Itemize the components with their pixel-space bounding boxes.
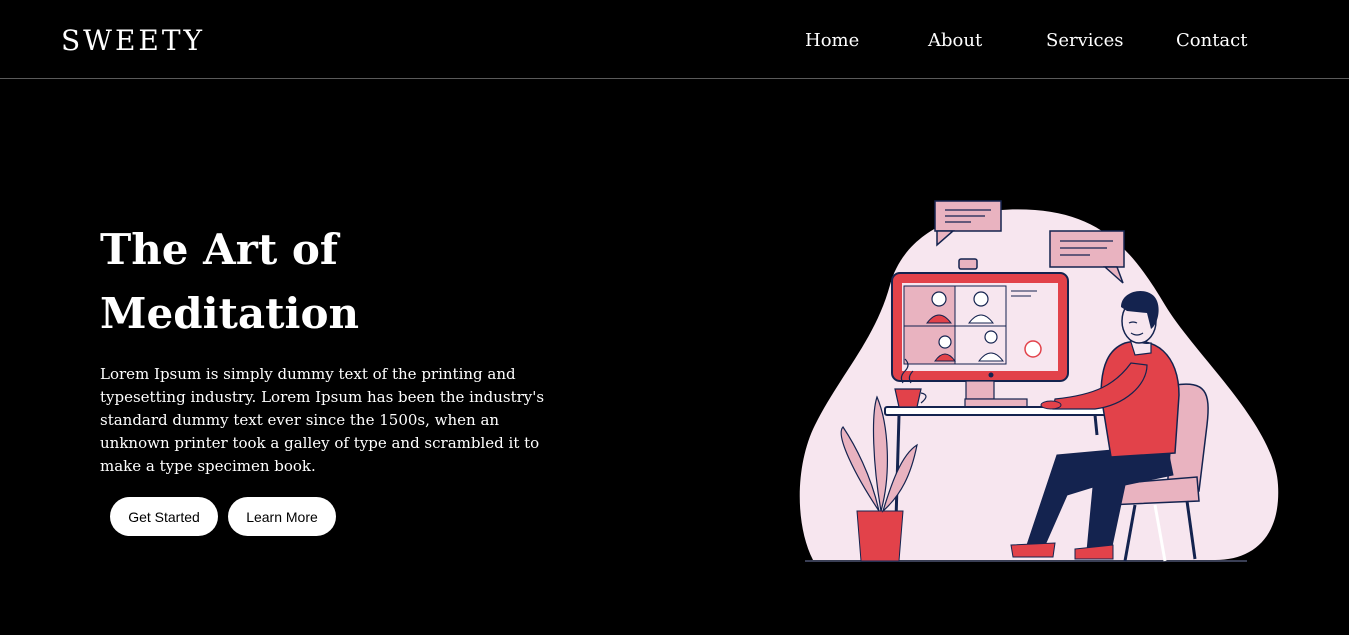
navbar: SWEETY Home About Services Contact: [0, 0, 1349, 79]
hero-title-line1: The Art of: [100, 225, 338, 274]
nav-link-about[interactable]: About: [928, 30, 982, 51]
nav-link-contact[interactable]: Contact: [1176, 30, 1247, 51]
hero-title: The Art of Meditation: [100, 218, 460, 346]
learn-more-button[interactable]: Learn More: [228, 497, 336, 536]
video-call-illustration: [799, 200, 1279, 562]
webcam-icon: [958, 258, 978, 270]
nav-link-services[interactable]: Services: [1046, 30, 1123, 51]
background-blob: [799, 209, 1279, 560]
nav-link-home[interactable]: Home: [805, 30, 859, 51]
hero-description: Lorem Ipsum is simply dummy text of the …: [100, 365, 545, 475]
get-started-button[interactable]: Get Started: [110, 497, 218, 536]
brand-logo[interactable]: SWEETY: [61, 24, 205, 57]
hero-title-line2: Meditation: [100, 289, 360, 338]
